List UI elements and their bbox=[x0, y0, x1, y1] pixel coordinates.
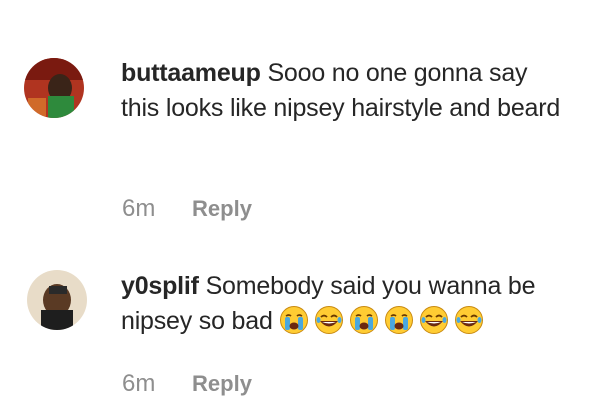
crying-face-emoji bbox=[279, 305, 309, 335]
comment-meta: 6m Reply bbox=[122, 194, 252, 224]
tears-of-joy-emoji bbox=[419, 305, 449, 335]
tears-of-joy-emoji bbox=[314, 305, 344, 335]
reply-button[interactable]: Reply bbox=[192, 194, 252, 224]
comment-timestamp: 6m bbox=[122, 195, 156, 222]
comment-body: y0splif Somebody said you wanna be nipse… bbox=[121, 269, 581, 339]
crying-face-emoji bbox=[349, 305, 379, 335]
crying-face-emoji bbox=[384, 305, 414, 335]
comment-item: y0splif Somebody said you wanna be nipse… bbox=[0, 240, 600, 403]
comment-item: buttaameup Sooo no one gonna say this lo… bbox=[0, 0, 600, 240]
comment-body: buttaameup Sooo no one gonna say this lo… bbox=[121, 56, 571, 126]
avatar-photo bbox=[24, 58, 84, 118]
emoji-row bbox=[279, 305, 489, 335]
avatar-photo bbox=[27, 270, 87, 330]
avatar[interactable] bbox=[27, 270, 87, 330]
avatar[interactable] bbox=[24, 58, 84, 118]
comment-username[interactable]: buttaameup bbox=[121, 59, 261, 87]
reply-button[interactable]: Reply bbox=[192, 369, 252, 399]
comment-username[interactable]: y0splif bbox=[121, 272, 199, 300]
tears-of-joy-emoji bbox=[454, 305, 484, 335]
comment-meta: 6m Reply bbox=[122, 369, 252, 399]
comment-timestamp: 6m bbox=[122, 370, 156, 397]
